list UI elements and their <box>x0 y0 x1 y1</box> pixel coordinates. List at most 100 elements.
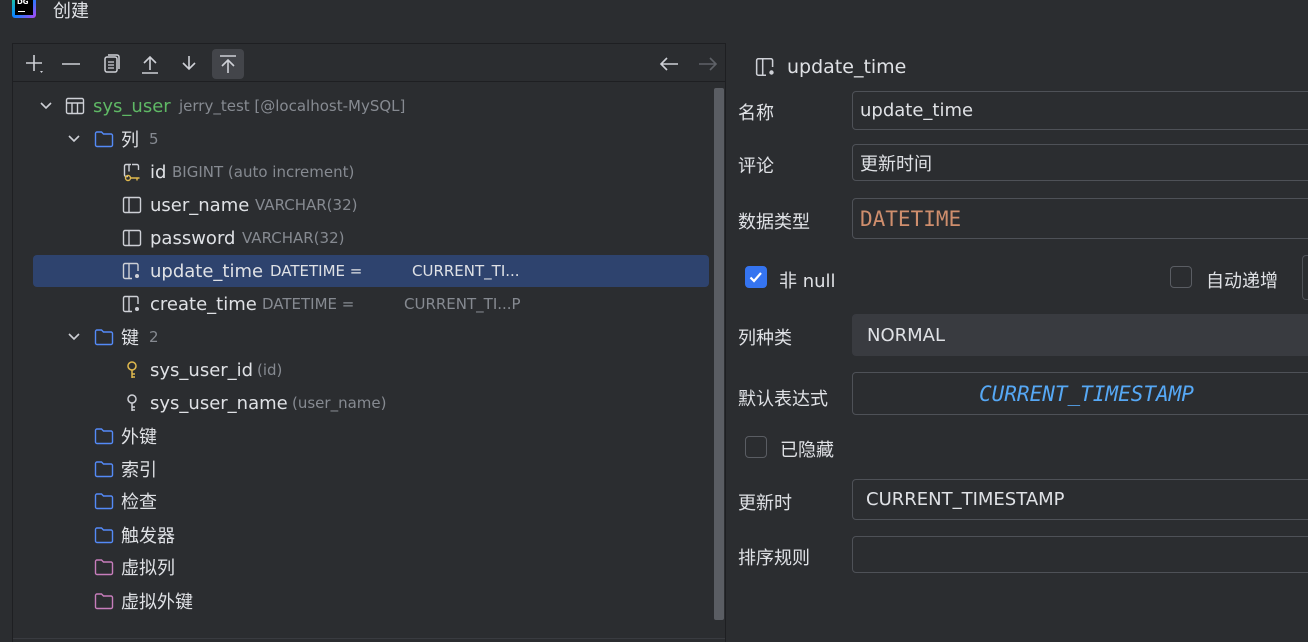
column-type: BIGINT (auto increment) <box>172 163 355 181</box>
default-expression-label: 默认表达式 <box>738 389 828 410</box>
name-label: 名称 <box>738 103 774 124</box>
key-columns: (id) <box>257 361 283 379</box>
tree-row-table[interactable]: sys_user jerry_test [@localhost-MySQL] <box>33 90 709 122</box>
folder-label: 索引 <box>121 460 157 481</box>
column-icon <box>122 229 142 247</box>
hidden-checkbox[interactable] <box>745 436 767 458</box>
add-button[interactable] <box>19 49 51 79</box>
hidden-label: 已隐藏 <box>780 440 834 461</box>
chevron-down-icon[interactable] <box>39 99 53 113</box>
folder-icon <box>94 493 114 510</box>
check-icon <box>749 272 762 283</box>
keys-folder-label: 键 <box>121 328 139 349</box>
folder-icon <box>94 428 114 445</box>
column-type: DATETIME = <box>270 262 363 280</box>
collation-label: 排序规则 <box>738 548 810 569</box>
folder-icon <box>94 527 114 544</box>
column-name: create_time <box>150 293 257 315</box>
table-icon <box>65 97 85 115</box>
key-name: sys_user_id <box>150 359 254 381</box>
auto-increment-checkbox[interactable] <box>1170 266 1192 288</box>
properties-header: update_time <box>755 53 906 81</box>
column-type: VARCHAR(32) <box>242 229 345 247</box>
keys-count: 2 <box>149 328 159 346</box>
collation-field[interactable] <box>852 536 1308 573</box>
forward-button[interactable] <box>692 49 724 79</box>
column-icon <box>755 57 774 77</box>
on-update-field[interactable]: CURRENT_TIMESTAMP <box>852 479 1308 520</box>
add-icon <box>26 55 43 73</box>
tree-row-column[interactable]: user_name VARCHAR(32) <box>33 189 709 221</box>
column-name: password <box>150 227 236 249</box>
forward-arrow-icon <box>699 57 718 71</box>
back-button[interactable] <box>653 49 685 79</box>
comment-label: 评论 <box>738 156 774 177</box>
move-top-button[interactable] <box>212 49 244 79</box>
cut-off-field[interactable] <box>1302 255 1308 300</box>
folder-label: 检查 <box>121 492 157 513</box>
tree-row-column[interactable]: id BIGINT (auto increment) <box>33 156 709 188</box>
column-icon <box>122 295 139 313</box>
tree-row-keys-folder[interactable]: 键 2 <box>33 321 709 353</box>
not-null-checkbox[interactable] <box>745 266 767 288</box>
folder-label: 虚拟外键 <box>121 592 193 613</box>
move-down-button[interactable] <box>173 49 205 79</box>
duplicate-button[interactable] <box>95 49 127 79</box>
table-name: sys_user <box>93 95 171 117</box>
column-icon <box>122 262 139 280</box>
tree-row-folder[interactable]: 虚拟外键 <box>33 585 709 617</box>
column-name: user_name <box>150 194 250 216</box>
move-top-icon <box>220 55 236 73</box>
properties-title: update_time <box>787 56 907 78</box>
name-field[interactable]: update_time <box>852 91 1308 130</box>
auto-increment-label: 自动递增 <box>1206 271 1278 292</box>
not-null-label: 非 null <box>779 271 836 292</box>
folder-icon <box>94 329 114 346</box>
tree-scrollbar[interactable] <box>714 88 724 620</box>
title-bar: DG 创建 <box>0 0 1308 28</box>
unique-key-icon <box>127 394 137 411</box>
remove-icon <box>62 63 80 65</box>
tree-row-folder[interactable]: 外键 <box>33 420 709 452</box>
on-update-label: 更新时 <box>738 493 792 514</box>
chevron-down-icon[interactable] <box>67 132 81 146</box>
table-hint: jerry_test [@localhost-MySQL] <box>179 97 406 115</box>
tree-row-key[interactable]: sys_user_name (user_name) <box>33 387 709 419</box>
tree-row-folder[interactable]: 触发器 <box>33 519 709 551</box>
columns-count: 5 <box>149 130 159 148</box>
virtual-folder-icon <box>94 593 114 610</box>
folder-label: 触发器 <box>121 526 175 547</box>
column-kind-label: 列种类 <box>738 328 792 349</box>
column-default: CURRENT_TI... <box>412 262 520 280</box>
datagrip-logo-icon: DG <box>12 0 36 18</box>
data-type-label: 数据类型 <box>738 212 810 233</box>
column-name: update_time <box>150 260 264 282</box>
properties-panel: update_time 名称 update_time 评论 更新时间 数据类型 … <box>727 43 1308 642</box>
tree-row-key[interactable]: sys_user_id (id) <box>33 354 709 386</box>
column-type: VARCHAR(32) <box>255 196 358 214</box>
chevron-down-icon[interactable] <box>67 330 81 344</box>
primary-key-column-icon <box>123 163 140 182</box>
folder-label: 外键 <box>121 427 157 448</box>
columns-folder-label: 列 <box>121 130 139 151</box>
move-up-icon <box>142 55 158 74</box>
tree-row-column[interactable]: password VARCHAR(32) <box>33 222 709 254</box>
tree-toolbar <box>13 44 725 82</box>
folder-icon <box>94 461 114 478</box>
tree-row-column-selected[interactable]: update_time DATETIME = CURRENT_TI... <box>33 255 709 287</box>
tree-row-columns-folder[interactable]: 列 5 <box>33 123 709 155</box>
column-kind-select[interactable]: NORMAL <box>852 314 1308 356</box>
move-up-button[interactable] <box>134 49 166 79</box>
default-expression-field[interactable]: CURRENT_TIMESTAMP <box>852 372 1308 415</box>
tree-row-folder[interactable]: 索引 <box>33 453 709 485</box>
duplicate-icon <box>104 54 120 73</box>
tree-row-folder[interactable]: 虚拟列 <box>33 551 709 583</box>
primary-key-icon <box>127 361 137 378</box>
data-type-field[interactable]: DATETIME <box>852 198 1308 239</box>
tree-row-folder[interactable]: 检查 <box>33 485 709 517</box>
key-columns: (user_name) <box>292 394 387 412</box>
remove-button[interactable] <box>55 49 87 79</box>
tree-row-column[interactable]: create_time DATETIME = CURRENT_TI...P <box>33 288 709 320</box>
comment-field[interactable]: 更新时间 <box>852 144 1308 181</box>
back-arrow-icon <box>659 57 678 71</box>
